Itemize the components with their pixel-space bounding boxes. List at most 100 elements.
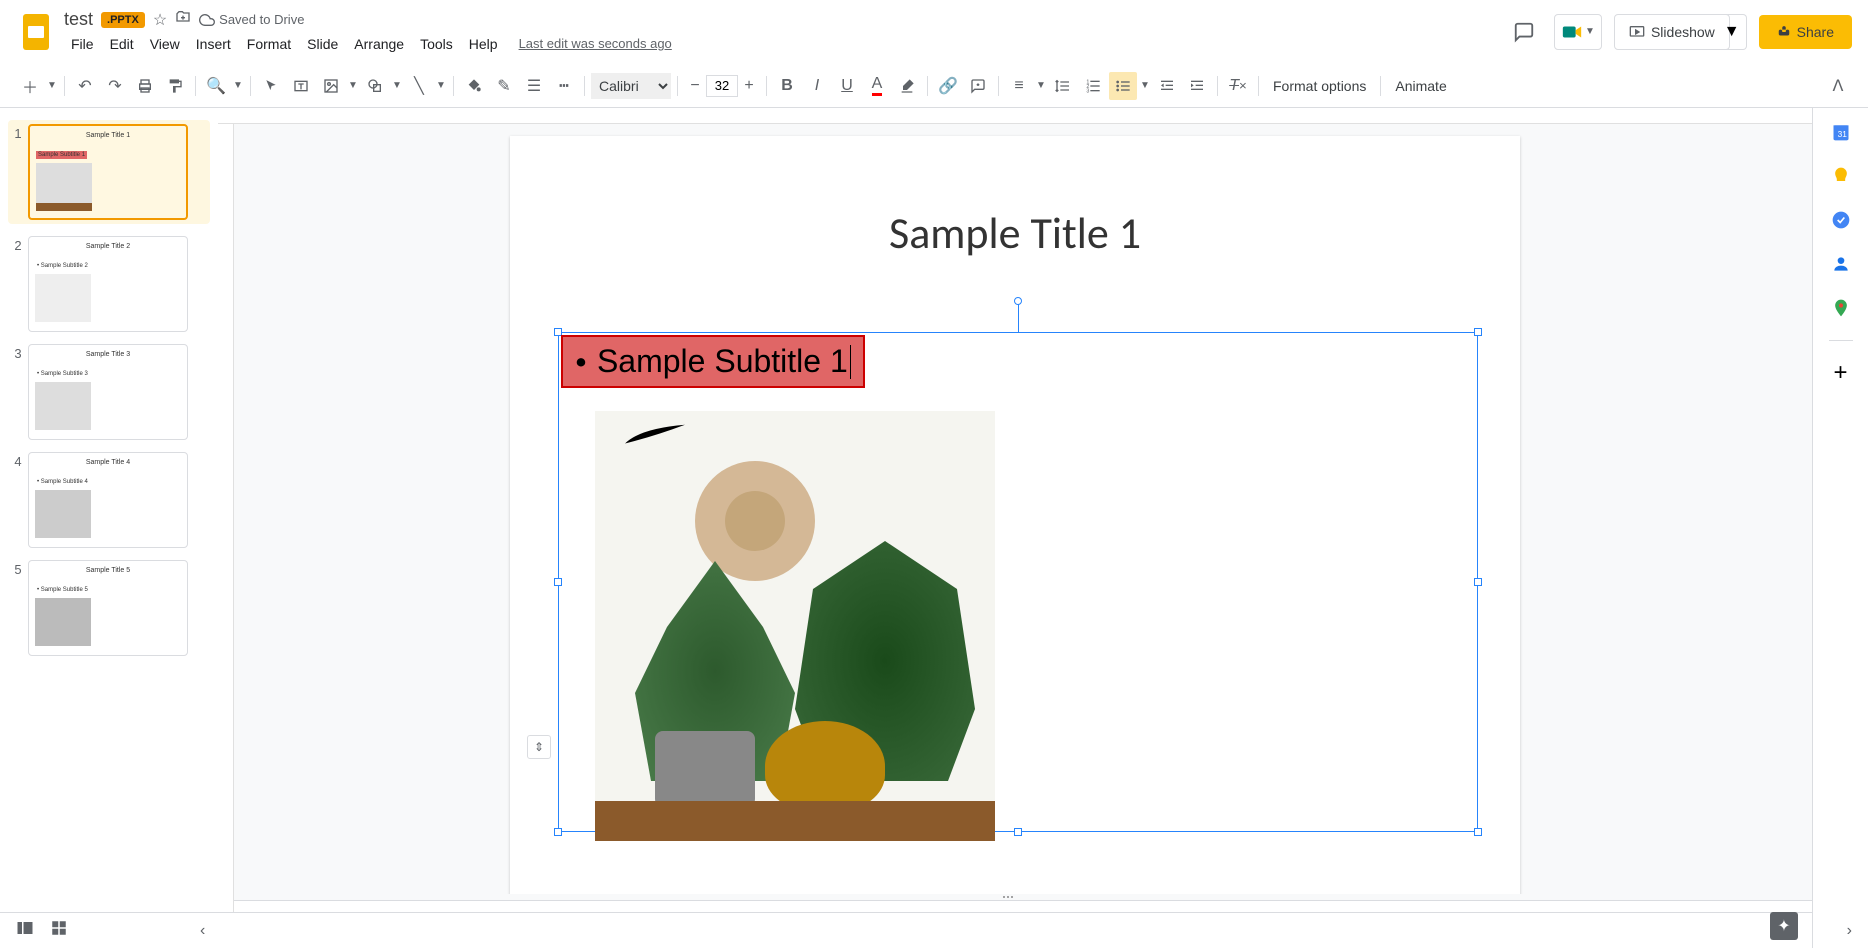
italic-button[interactable]: I: [803, 72, 831, 100]
align-button[interactable]: ≡: [1005, 72, 1033, 100]
image-dropdown[interactable]: ▼: [347, 72, 359, 100]
menu-edit[interactable]: Edit: [103, 32, 141, 56]
line-spacing-button[interactable]: [1049, 72, 1077, 100]
line-dropdown[interactable]: ▼: [435, 72, 447, 100]
slide-thumb-3[interactable]: 3 Sample Title 3 • Sample Subtitle 3: [8, 344, 210, 440]
underline-button[interactable]: U: [833, 72, 861, 100]
maps-icon[interactable]: [1829, 296, 1853, 320]
edit-status[interactable]: Last edit was seconds ago: [519, 36, 672, 51]
textbox-tool[interactable]: [287, 72, 315, 100]
paint-format-button[interactable]: [161, 72, 189, 100]
slides-logo[interactable]: [16, 12, 56, 52]
contacts-icon[interactable]: [1829, 252, 1853, 276]
main: 1 Sample Title 1 Sample Subtitle 1 2 Sam…: [0, 108, 1868, 948]
clear-formatting-button[interactable]: T×: [1224, 72, 1252, 100]
zoom-dropdown[interactable]: ▼: [232, 72, 244, 100]
subtitle-text[interactable]: Sample Subtitle 1: [561, 335, 865, 388]
border-weight-button[interactable]: ☰: [520, 72, 548, 100]
resize-handle-bc[interactable]: [1014, 828, 1022, 836]
move-icon[interactable]: [175, 9, 191, 30]
shape-tool[interactable]: [361, 72, 389, 100]
explore-button[interactable]: ✦: [1770, 912, 1798, 940]
side-panel-toggle[interactable]: ›: [1847, 922, 1852, 940]
meet-button[interactable]: ▼: [1554, 14, 1602, 50]
slide-canvas[interactable]: Sample Title 1 Sample Subtitle 1: [510, 136, 1520, 894]
star-icon[interactable]: ☆: [153, 10, 167, 30]
align-dropdown[interactable]: ▼: [1035, 72, 1047, 100]
canvas-area: Sample Title 1 Sample Subtitle 1: [218, 108, 1812, 948]
redo-button[interactable]: ↷: [101, 72, 129, 100]
menu-view[interactable]: View: [143, 32, 187, 56]
border-dash-button[interactable]: ┅: [550, 72, 578, 100]
menu-file[interactable]: File: [64, 32, 101, 56]
autofit-button[interactable]: ⇕: [527, 735, 551, 759]
image-tool[interactable]: [317, 72, 345, 100]
font-size-control: − +: [684, 75, 760, 97]
font-size-input[interactable]: [706, 75, 738, 97]
keep-icon[interactable]: [1829, 164, 1853, 188]
format-options-button[interactable]: Format options: [1265, 74, 1374, 98]
shape-dropdown[interactable]: ▼: [391, 72, 403, 100]
bold-button[interactable]: B: [773, 72, 801, 100]
slide-thumb-5[interactable]: 5 Sample Title 5 • Sample Subtitle 5: [8, 560, 210, 656]
doc-title[interactable]: test: [64, 9, 93, 30]
font-family-select[interactable]: Calibri: [591, 73, 671, 99]
highlight-color-button[interactable]: [893, 72, 921, 100]
menu-slide[interactable]: Slide: [300, 32, 345, 56]
resize-handle-bl[interactable]: [554, 828, 562, 836]
print-button[interactable]: [131, 72, 159, 100]
menu-help[interactable]: Help: [462, 32, 505, 56]
menu-tools[interactable]: Tools: [413, 32, 460, 56]
filmstrip-view-button[interactable]: [16, 919, 34, 942]
slide-thumb-2[interactable]: 2 Sample Title 2 • Sample Subtitle 2: [8, 236, 210, 332]
new-slide-dropdown[interactable]: ▼: [46, 72, 58, 100]
resize-handle-tr[interactable]: [1474, 328, 1482, 336]
animate-button[interactable]: Animate: [1387, 74, 1454, 98]
slide-thumb-4[interactable]: 4 Sample Title 4 • Sample Subtitle 4: [8, 452, 210, 548]
toolbar: ＋ ▼ ↶ ↷ 🔍 ▼ ▼ ▼ ╲ ▼ ✎ ☰ ┅ Calibri − + B …: [0, 64, 1868, 108]
thumb-image: [35, 490, 91, 538]
rotate-handle[interactable]: [1014, 297, 1022, 305]
thumb-image: [35, 598, 91, 646]
numbered-list-button[interactable]: 123: [1079, 72, 1107, 100]
grid-view-button[interactable]: [50, 919, 68, 942]
slide-title[interactable]: Sample Title 1: [510, 206, 1520, 260]
bulleted-list-dropdown[interactable]: ▼: [1139, 72, 1151, 100]
slide-thumb-1[interactable]: 1 Sample Title 1 Sample Subtitle 1: [8, 120, 210, 224]
new-slide-button[interactable]: ＋: [16, 72, 44, 100]
collapse-filmstrip-button[interactable]: ‹: [200, 922, 205, 940]
font-size-increase[interactable]: +: [738, 75, 760, 97]
resize-handle-br[interactable]: [1474, 828, 1482, 836]
comments-button[interactable]: [1506, 14, 1542, 50]
fill-color-button[interactable]: [460, 72, 488, 100]
calendar-icon[interactable]: 31: [1829, 120, 1853, 144]
bulleted-list-button[interactable]: [1109, 72, 1137, 100]
header: test .PPTX ☆ Saved to Drive File Edit Vi…: [0, 0, 1868, 64]
menu-insert[interactable]: Insert: [189, 32, 238, 56]
slideshow-button[interactable]: Slideshow: [1614, 14, 1730, 50]
link-button[interactable]: 🔗: [934, 72, 962, 100]
text-color-button[interactable]: A: [863, 72, 891, 100]
cloud-status[interactable]: Saved to Drive: [199, 12, 304, 28]
resize-handle-ml[interactable]: [554, 578, 562, 586]
line-tool[interactable]: ╲: [405, 72, 433, 100]
content-textbox[interactable]: Sample Subtitle 1 ⇕: [558, 332, 1478, 832]
decrease-indent-button[interactable]: [1153, 72, 1181, 100]
undo-button[interactable]: ↶: [71, 72, 99, 100]
addons-icon[interactable]: +: [1829, 361, 1853, 385]
font-size-decrease[interactable]: −: [684, 75, 706, 97]
menu-arrange[interactable]: Arrange: [347, 32, 411, 56]
slide-image[interactable]: [595, 411, 995, 841]
slideshow-dropdown[interactable]: ▼: [1718, 14, 1747, 50]
share-button[interactable]: Share: [1759, 15, 1852, 49]
border-color-button[interactable]: ✎: [490, 72, 518, 100]
select-tool[interactable]: [257, 72, 285, 100]
menu-format[interactable]: Format: [240, 32, 298, 56]
comment-button[interactable]: [964, 72, 992, 100]
zoom-button[interactable]: 🔍: [202, 72, 230, 100]
increase-indent-button[interactable]: [1183, 72, 1211, 100]
collapse-toolbar-button[interactable]: ᐱ: [1824, 72, 1852, 100]
resize-handle-mr[interactable]: [1474, 578, 1482, 586]
ruler-horizontal: [218, 108, 1812, 124]
tasks-icon[interactable]: [1829, 208, 1853, 232]
